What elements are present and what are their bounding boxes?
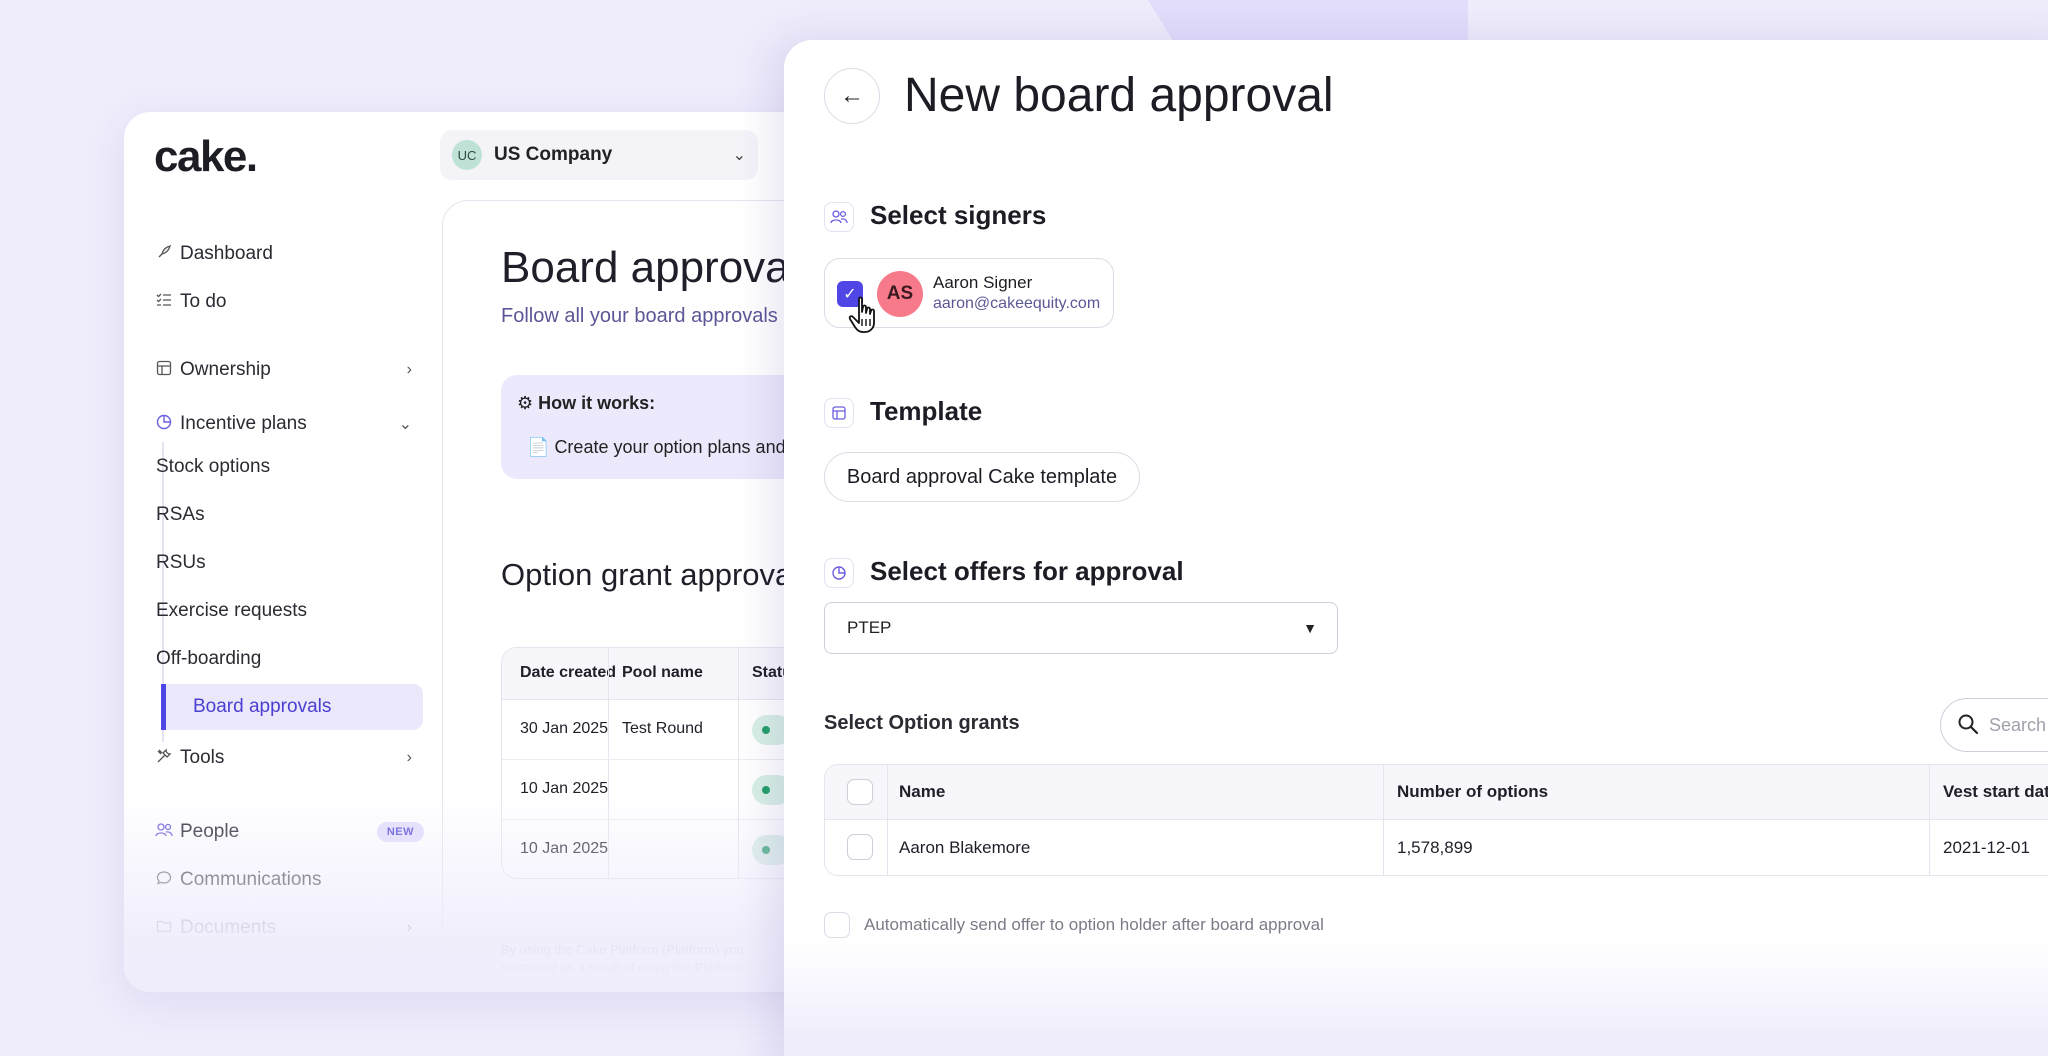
signer-card[interactable]: ✓ AS Aaron Signer aaron@cakeequity.com <box>824 258 1114 333</box>
chevron-down-icon: ⌄ <box>732 147 746 164</box>
date-created: 30 Jan 2025 <box>520 720 609 737</box>
people-icon <box>154 822 174 842</box>
sidebar-subitem-rsus[interactable]: RSUs <box>140 540 404 586</box>
layout-icon <box>824 398 854 428</box>
back-button[interactable]: ← <box>824 68 880 124</box>
sidebar-item-label: Dashboard <box>180 243 273 264</box>
rocket-icon <box>154 244 174 264</box>
section-title-template: Template <box>870 396 983 426</box>
gear-icon: ⚙ <box>517 393 534 413</box>
sidebar-item-incentive-plans[interactable]: Incentive plans ⌄ <box>154 402 424 446</box>
sidebar-subitem-off-boarding[interactable]: Off-boarding <box>140 636 404 682</box>
sidebar-subitem-exercise-requests[interactable]: Exercise requests <box>140 588 404 634</box>
company-avatar: UC <box>452 140 482 170</box>
grant-options: 1,578,899 <box>1397 838 1473 857</box>
chat-icon <box>154 870 174 890</box>
sidebar-item-people[interactable]: People NEW <box>154 810 424 854</box>
column-header[interactable]: Date created <box>520 664 616 682</box>
fade-overlay <box>784 940 2048 1056</box>
sidebar-item-label: Communications <box>180 869 322 890</box>
sidebar-item-dashboard[interactable]: Dashboard <box>154 232 424 276</box>
offers-select-value: PTEP <box>847 618 892 637</box>
option-grants-table: Name Number of options Vest start date A… <box>824 764 2048 876</box>
caret-down-icon: ▼ <box>1303 620 1317 636</box>
pie-icon <box>154 414 174 434</box>
signer-name: Aaron Signer <box>933 273 1033 292</box>
auto-send-option[interactable]: Automatically send offer to option holde… <box>824 910 1324 940</box>
how-it-works-title: ⚙ How it works: <box>517 393 656 413</box>
table-header: Name Number of options Vest start date <box>825 765 2048 820</box>
how-it-works-text: 📄 Create your option plans and <box>527 437 786 457</box>
arrow-left-icon: ← <box>840 82 864 109</box>
avatar: AS <box>877 271 923 317</box>
company-switcher[interactable]: UC US Company ⌄ <box>440 130 758 180</box>
column-header[interactable]: Pool name <box>622 664 703 682</box>
legal-text: By using the Cake Platform (Platform) yo… <box>501 942 744 975</box>
sidebar-item-tools[interactable]: Tools › <box>154 736 424 780</box>
table-row[interactable]: Aaron Blakemore 1,578,899 2021-12-01 <box>825 820 2048 875</box>
new-board-approval-panel: ← New board approval Select signers ✓ AS… <box>784 40 2048 1056</box>
sidebar-item-label: Ownership <box>180 359 271 380</box>
pie-icon <box>824 558 854 588</box>
sidebar-item-todo[interactable]: To do <box>154 280 424 324</box>
checklist-icon <box>154 292 174 312</box>
date-created: 10 Jan 2025 <box>520 840 609 857</box>
auto-send-checkbox[interactable] <box>824 912 850 938</box>
hand-cursor-icon <box>848 296 875 333</box>
search-icon <box>1958 714 1979 735</box>
chevron-right-icon: › <box>406 919 412 936</box>
template-chip[interactable]: Board approval Cake template <box>824 452 1140 502</box>
signer-email: aaron@cakeequity.com <box>933 295 1101 312</box>
offers-select[interactable]: PTEP ▼ <box>824 602 1338 654</box>
page-title: Board approvals <box>501 243 822 292</box>
section-title-offers: Select offers for approval <box>870 556 1184 586</box>
document-icon: 📄 <box>527 437 550 457</box>
folder-icon <box>154 918 174 938</box>
table-icon <box>154 360 174 380</box>
new-badge: NEW <box>376 822 424 842</box>
chevron-right-icon: › <box>406 361 412 378</box>
tools-icon <box>154 748 174 768</box>
main-app-window: cake. UC US Company ⌄ Dashboard To do Ow… <box>124 112 884 992</box>
panel-title: New board approval <box>904 69 1334 122</box>
search-placeholder: Search <box>1989 714 2047 735</box>
section-title: Option grant approvals <box>501 557 815 592</box>
grant-name: Aaron Blakemore <box>899 838 1031 857</box>
sidebar-item-ownership[interactable]: Ownership › <box>154 348 424 392</box>
sidebar-subitem-rsas[interactable]: RSAs <box>140 492 404 538</box>
select-all-checkbox[interactable] <box>847 779 873 805</box>
sidebar-item-label: People <box>180 821 240 842</box>
chevron-right-icon: › <box>406 749 412 766</box>
section-title-signers: Select signers <box>870 200 1047 230</box>
column-header[interactable]: Number of options <box>1397 782 1548 802</box>
sidebar-item-label: Documents <box>180 917 277 938</box>
sidebar-item-documents[interactable]: Documents › <box>154 906 424 950</box>
date-created: 10 Jan 2025 <box>520 780 609 797</box>
column-header[interactable]: Name <box>899 782 945 802</box>
sidebar-item-label: Tools <box>180 747 225 768</box>
company-name: US Company <box>494 144 613 165</box>
search-input[interactable]: Search <box>1940 698 2048 752</box>
pool-name: Test Round <box>622 720 703 737</box>
row-checkbox[interactable] <box>847 834 873 860</box>
auto-send-label: Automatically send offer to option holde… <box>864 915 1324 934</box>
sidebar-subitem-stock-options[interactable]: Stock options <box>140 444 404 490</box>
section-title-option-grants: Select Option grants <box>824 712 1020 734</box>
column-header[interactable]: Vest start date <box>1943 782 2048 802</box>
page-subtitle: Follow all your board approvals <box>501 305 778 327</box>
sidebar-subitem-board-approvals[interactable]: Board approvals <box>161 684 423 730</box>
sidebar-item-communications[interactable]: Communications <box>154 858 424 902</box>
sidebar-item-label: Incentive plans <box>180 413 307 434</box>
cake-logo[interactable]: cake. <box>154 132 258 182</box>
chevron-down-icon: ⌄ <box>398 416 412 433</box>
sidebar-item-label: To do <box>180 291 227 312</box>
background-shape <box>1148 0 1468 42</box>
grant-vest-start: 2021-12-01 <box>1943 838 2030 857</box>
users-icon <box>824 202 854 232</box>
